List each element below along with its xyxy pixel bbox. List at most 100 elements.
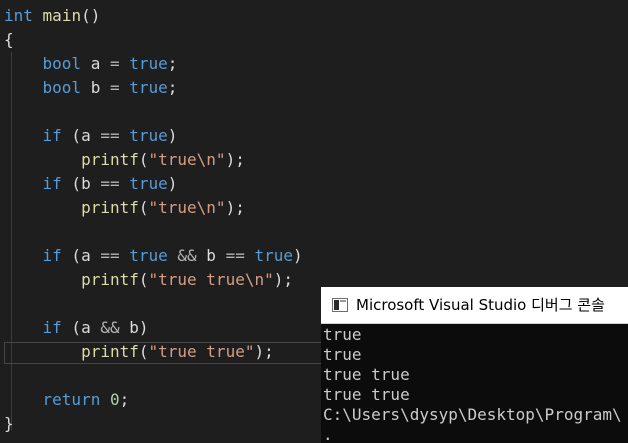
- code-token: ==: [225, 246, 245, 265]
- code-token: true: [129, 126, 168, 145]
- console-line: true: [323, 325, 362, 344]
- code-token: if: [42, 126, 62, 145]
- indent-guide: [11, 52, 12, 430]
- code-token: return: [42, 390, 101, 409]
- code-line[interactable]: printf("true\n");: [4, 148, 245, 172]
- code-token: bool: [42, 78, 82, 97]
- code-token: bool: [42, 54, 82, 73]
- code-token: =: [109, 54, 120, 73]
- code-line[interactable]: int main(): [4, 4, 100, 28]
- code-line[interactable]: if (a && b): [4, 316, 149, 340]
- console-line: .: [323, 425, 333, 443]
- code-token: true: [254, 246, 294, 265]
- code-token: int: [4, 6, 33, 25]
- code-line[interactable]: printf("true\n");: [4, 196, 245, 220]
- code-token: ): [293, 246, 303, 265]
- code-token: if: [42, 174, 62, 193]
- console-line: true: [323, 345, 362, 364]
- code-line[interactable]: if (a == true && b == true): [4, 244, 303, 268]
- code-line[interactable]: {: [4, 28, 14, 52]
- code-token: &&: [100, 318, 120, 337]
- debug-console-window[interactable]: Microsoft Visual Studio 디버그 콘솔 true true…: [321, 287, 628, 443]
- code-line[interactable]: if (a == true): [4, 124, 178, 148]
- code-token: true: [129, 54, 168, 73]
- console-window-icon: [332, 298, 348, 312]
- code-token: (b: [61, 174, 101, 193]
- code-token: (a: [61, 246, 101, 265]
- code-token: ;: [119, 390, 130, 409]
- code-token: "true\n": [148, 150, 226, 169]
- code-token: (: [138, 150, 149, 169]
- code-line[interactable]: return 0;: [4, 388, 130, 412]
- code-token: printf: [81, 150, 139, 169]
- code-token: if: [42, 318, 62, 337]
- console-titlebar[interactable]: Microsoft Visual Studio 디버그 콘솔: [321, 287, 628, 324]
- code-token: ;: [167, 78, 178, 97]
- code-token: a: [81, 54, 110, 73]
- code-token: b: [196, 246, 226, 265]
- console-line: true true: [323, 365, 410, 384]
- code-line[interactable]: }: [4, 412, 14, 436]
- console-output: true true true true true true C:\Users\d…: [323, 325, 622, 443]
- code-token: ): [167, 174, 178, 193]
- code-token: ==: [100, 126, 120, 145]
- code-token: "true\n": [148, 198, 226, 217]
- code-token: b): [119, 318, 149, 337]
- code-token: "true true": [148, 342, 255, 361]
- code-token: &&: [177, 246, 197, 265]
- code-line[interactable]: bool a = true;: [4, 52, 178, 76]
- console-title: Microsoft Visual Studio 디버그 콘솔: [356, 296, 605, 314]
- code-token: main: [42, 6, 82, 25]
- code-token: ): [167, 126, 178, 145]
- code-token: printf: [81, 342, 139, 361]
- code-token: true: [129, 78, 168, 97]
- code-token: );: [254, 342, 274, 361]
- code-token: );: [225, 198, 245, 217]
- code-token: );: [273, 270, 293, 289]
- code-token: (: [138, 270, 149, 289]
- code-token: );: [225, 150, 245, 169]
- code-token: "true true\n": [148, 270, 274, 289]
- code-token: if: [42, 246, 62, 265]
- code-line[interactable]: bool b = true;: [4, 76, 178, 100]
- code-token: (: [138, 198, 149, 217]
- code-token: printf: [81, 270, 139, 289]
- code-token: (: [138, 342, 149, 361]
- code-token: b: [81, 78, 110, 97]
- console-line: true true: [323, 385, 410, 404]
- code-token: }: [4, 414, 14, 433]
- code-token: ==: [100, 174, 120, 193]
- code-token: (a: [61, 318, 101, 337]
- code-token: ==: [100, 246, 120, 265]
- code-token: ;: [167, 54, 178, 73]
- code-token: {: [4, 30, 14, 49]
- code-line[interactable]: printf("true true\n");: [4, 268, 293, 292]
- code-token: (): [81, 6, 101, 25]
- code-token: =: [109, 78, 120, 97]
- code-token: true: [129, 174, 168, 193]
- code-token: printf: [81, 198, 139, 217]
- code-token: (a: [61, 126, 101, 145]
- code-line[interactable]: if (b == true): [4, 172, 178, 196]
- code-line[interactable]: printf("true true");: [4, 340, 274, 364]
- code-token: 0: [109, 390, 120, 409]
